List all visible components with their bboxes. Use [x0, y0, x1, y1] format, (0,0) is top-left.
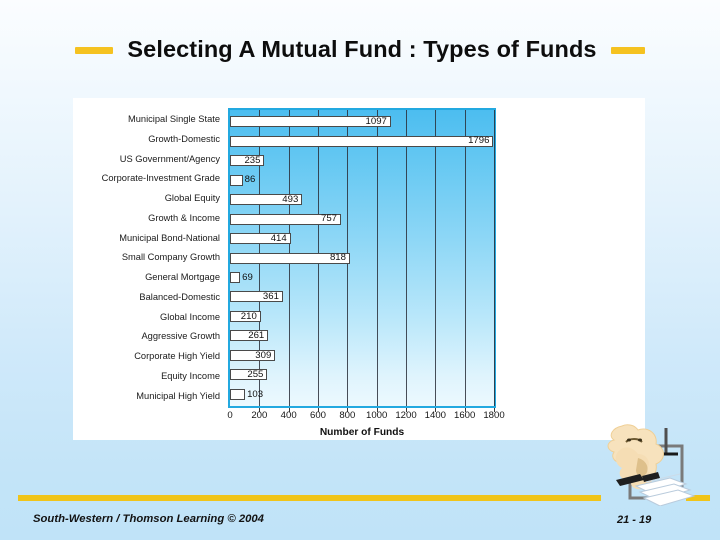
- chart-x-tick-label: 200: [251, 410, 268, 421]
- chart-bar-value-label: 1796: [468, 135, 490, 147]
- chart-category-label: Growth & Income: [148, 212, 220, 223]
- thinking-figure-icon: [596, 424, 700, 507]
- chart-category-label: Corporate High Yield: [134, 351, 220, 362]
- chart-bar-row: 255: [230, 365, 494, 384]
- chart-bar-row: 309: [230, 346, 494, 365]
- chart-bar-row: 235: [230, 151, 494, 170]
- title-dash-left-icon: [75, 46, 114, 54]
- chart-category-label: Global Income: [160, 311, 220, 322]
- bar-chart: Municipal Single State Growth-Domestic US …: [73, 98, 645, 440]
- chart-bar: 361: [230, 291, 283, 303]
- title-dash-right-icon: [610, 46, 645, 54]
- chart-bar-value-label: 757: [321, 213, 338, 225]
- chart-x-tick-label: 1400: [424, 410, 446, 421]
- chart-x-tick-labels: 0 200 400 600 800 1000 1200 1400 1600 1800: [227, 410, 504, 425]
- chart-x-tick-label: 1600: [453, 410, 476, 421]
- chart-bar-row: 818: [230, 248, 494, 267]
- chart-category-label: Equity Income: [161, 370, 220, 381]
- chart-bar-row: 261: [230, 326, 494, 345]
- chart-category-label: Aggressive Growth: [141, 331, 220, 342]
- chart-bar: 757: [230, 213, 342, 225]
- page-title: Selecting A Mutual Fund : Types of Funds: [127, 36, 597, 63]
- chart-bar-row: 103: [230, 385, 494, 404]
- chart-category-label: Municipal Bond-National: [119, 232, 220, 243]
- chart-bar: 414: [230, 232, 291, 245]
- chart-bar: 261: [230, 330, 269, 342]
- chart-bar-value-label: 361: [262, 291, 279, 303]
- chart-category-axis: Municipal Single State Growth-Domestic US …: [73, 110, 225, 406]
- chart-category-label: Small Company Growth: [121, 252, 220, 263]
- chart-x-tick-label: 0: [227, 410, 233, 421]
- chart-bar-value-label: 69: [242, 271, 253, 283]
- chart-bar-row: 1097: [230, 112, 494, 131]
- chart-card: Municipal Single State Growth-Domestic US …: [73, 98, 645, 440]
- chart-bar-value-label: 493: [282, 193, 299, 205]
- chart-bar: 309: [230, 349, 276, 361]
- slide-number: 21 - 19: [617, 514, 652, 526]
- chart-bar-value-label: 261: [248, 330, 265, 342]
- chart-bar: 210: [230, 310, 261, 322]
- chart-x-tick-label: 1200: [395, 410, 417, 421]
- chart-category-label: Municipal High Yield: [136, 390, 220, 401]
- chart-bar: 1796: [230, 135, 494, 147]
- chart-x-tick-label: 400: [280, 410, 297, 421]
- chart-bar-row: 414: [230, 229, 494, 248]
- chart-bar-row: 1796: [230, 131, 494, 150]
- slide-title-row: Selecting A Mutual Fund : Types of Funds: [0, 28, 720, 72]
- chart-bar-value-label: 309: [255, 349, 272, 361]
- chart-x-axis-title: Number of Funds: [319, 427, 405, 438]
- chart-bar-value-label: 255: [247, 369, 264, 381]
- chart-bar-value-label: 414: [270, 232, 287, 244]
- chart-category-label: Global Equity: [164, 193, 220, 204]
- footer-attribution: South-Western / Thomson Learning © 2004: [33, 513, 264, 525]
- footer-rule: [18, 495, 601, 501]
- chart-category-label: Municipal Single State: [128, 114, 220, 125]
- chart-category-label: Balanced-Domestic: [139, 291, 220, 302]
- chart-bars: 1097 1796 235 86 493 757 414 818 69 361 210 261 309 2…: [230, 110, 494, 406]
- chart-x-tick-label: 1800: [483, 410, 505, 421]
- chart-bar: 255: [230, 369, 268, 381]
- chart-bar-value-label: 818: [329, 252, 346, 264]
- chart-bar-row: 210: [230, 307, 494, 326]
- chart-x-tick-label: 600: [309, 410, 327, 421]
- chart-bar-value-label: 210: [240, 310, 257, 322]
- chart-category-label: General Mortgage: [145, 272, 220, 283]
- chart-bar-row: 69: [230, 268, 494, 287]
- chart-category-label: US Government/Agency: [119, 153, 220, 164]
- chart-bar: 493: [230, 193, 303, 206]
- chart-x-tick-label: 1000: [365, 410, 388, 421]
- chart-bar: 818: [230, 252, 350, 264]
- chart-bar: 235: [230, 154, 265, 167]
- chart-bar: 103: [230, 388, 263, 400]
- chart-bar: 1097: [230, 115, 391, 128]
- chart-bar-row: 757: [230, 209, 494, 228]
- chart-x-tick-label: 800: [339, 410, 356, 421]
- chart-category-label: Growth-Domestic: [148, 133, 220, 144]
- chart-bar-value-label: 86: [244, 174, 256, 186]
- chart-bar-value-label: 1097: [365, 115, 387, 127]
- chart-bar-row: 361: [230, 287, 494, 306]
- chart-plot-area: 1097 1796 235 86 493 757 414 818 69 361 210 261 309 2…: [228, 108, 496, 408]
- chart-bar: 86: [230, 174, 255, 186]
- chart-bar-value-label: 103: [247, 388, 264, 400]
- chart-bar-row: 86: [230, 170, 494, 189]
- chart-bar: 69: [230, 271, 253, 283]
- chart-bar-value-label: 235: [244, 154, 261, 166]
- chart-bar-row: 493: [230, 190, 494, 209]
- chart-category-label: Corporate-Investment Grade: [101, 173, 220, 184]
- chart-gridline: [494, 110, 495, 406]
